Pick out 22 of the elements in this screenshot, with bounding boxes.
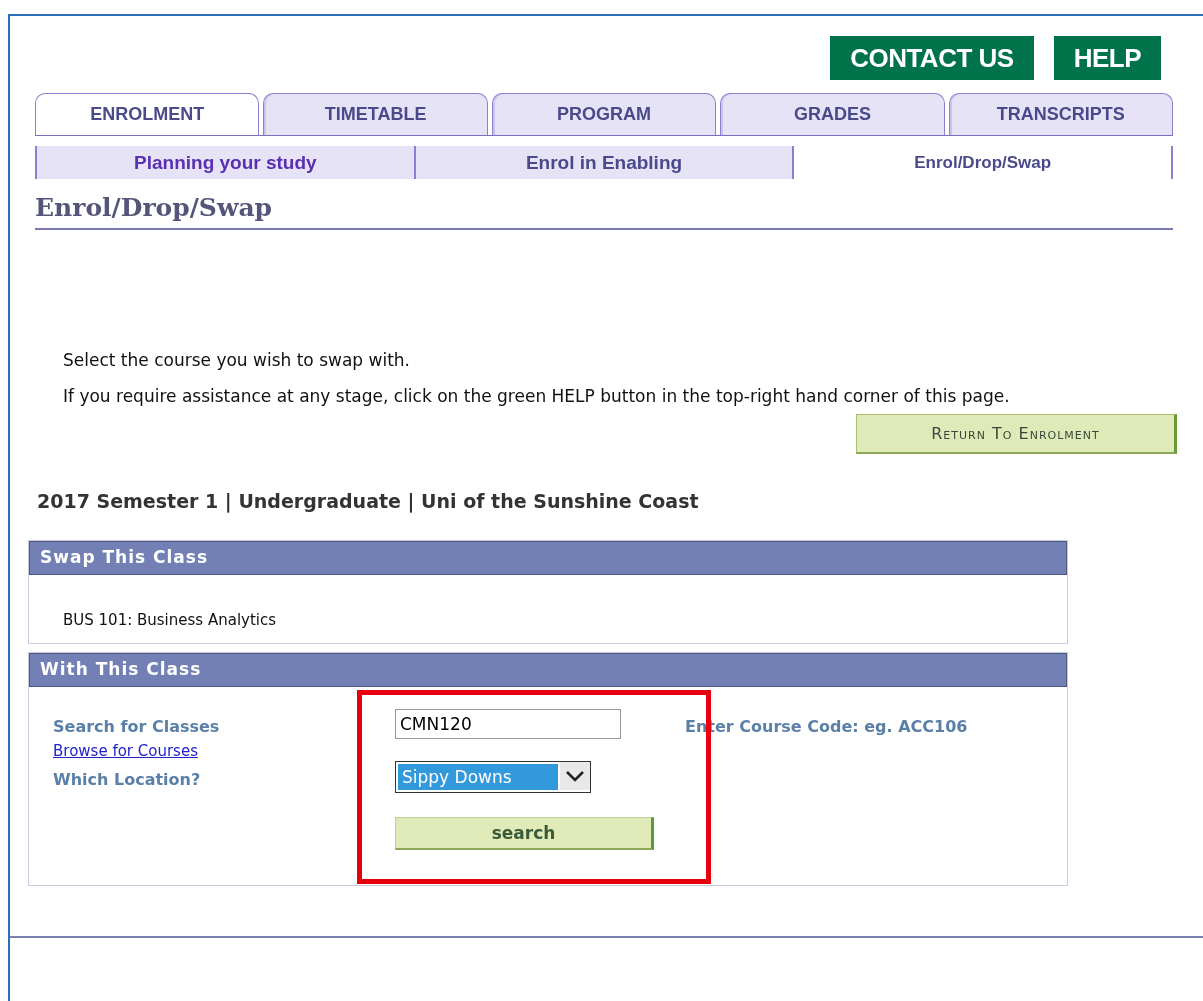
chevron-down-icon [560,762,590,790]
nav-tab[interactable]: PROGRAM [491,93,717,135]
browse-link[interactable]: Browse for Courses [53,742,417,760]
course-code-field[interactable]: CMN120 [395,709,621,739]
section-header: Swap This Class [29,541,1067,575]
class-name: BUS 101: Business Analytics [62,610,278,631]
instruction-text: Select the course you wish to swap with. [63,349,411,372]
sub-tab[interactable]: Planning your study [35,146,414,179]
section-header: With This Class [29,653,1067,687]
sub-tab[interactable]: Enrol in Enabling [413,146,793,179]
nav-tab[interactable]: GRADES [720,93,945,135]
nav-tab[interactable]: TIMETABLE [263,93,488,135]
header-button[interactable]: CONTACT US [830,36,1034,80]
nav-tab[interactable]: TRANSCRIPTS [948,93,1174,135]
sub-tab[interactable]: Enrol/Drop/Swap [792,146,1173,179]
nav-tab[interactable]: ENROLMENT [35,93,260,135]
return-button[interactable]: Return To Enrolment [856,414,1177,454]
instruction-text: If you require assistance at any stage, click on the green HELP button in the top-right hand corner of this page. [63,385,1011,408]
header-button[interactable]: HELP [1053,36,1161,80]
search-button[interactable]: search [395,817,654,850]
page-title: Enrol/Drop/Swap [35,193,1173,230]
term-info: 2017 Semester 1 | Undergraduate | Uni of the Sunshine Coast [37,490,700,512]
